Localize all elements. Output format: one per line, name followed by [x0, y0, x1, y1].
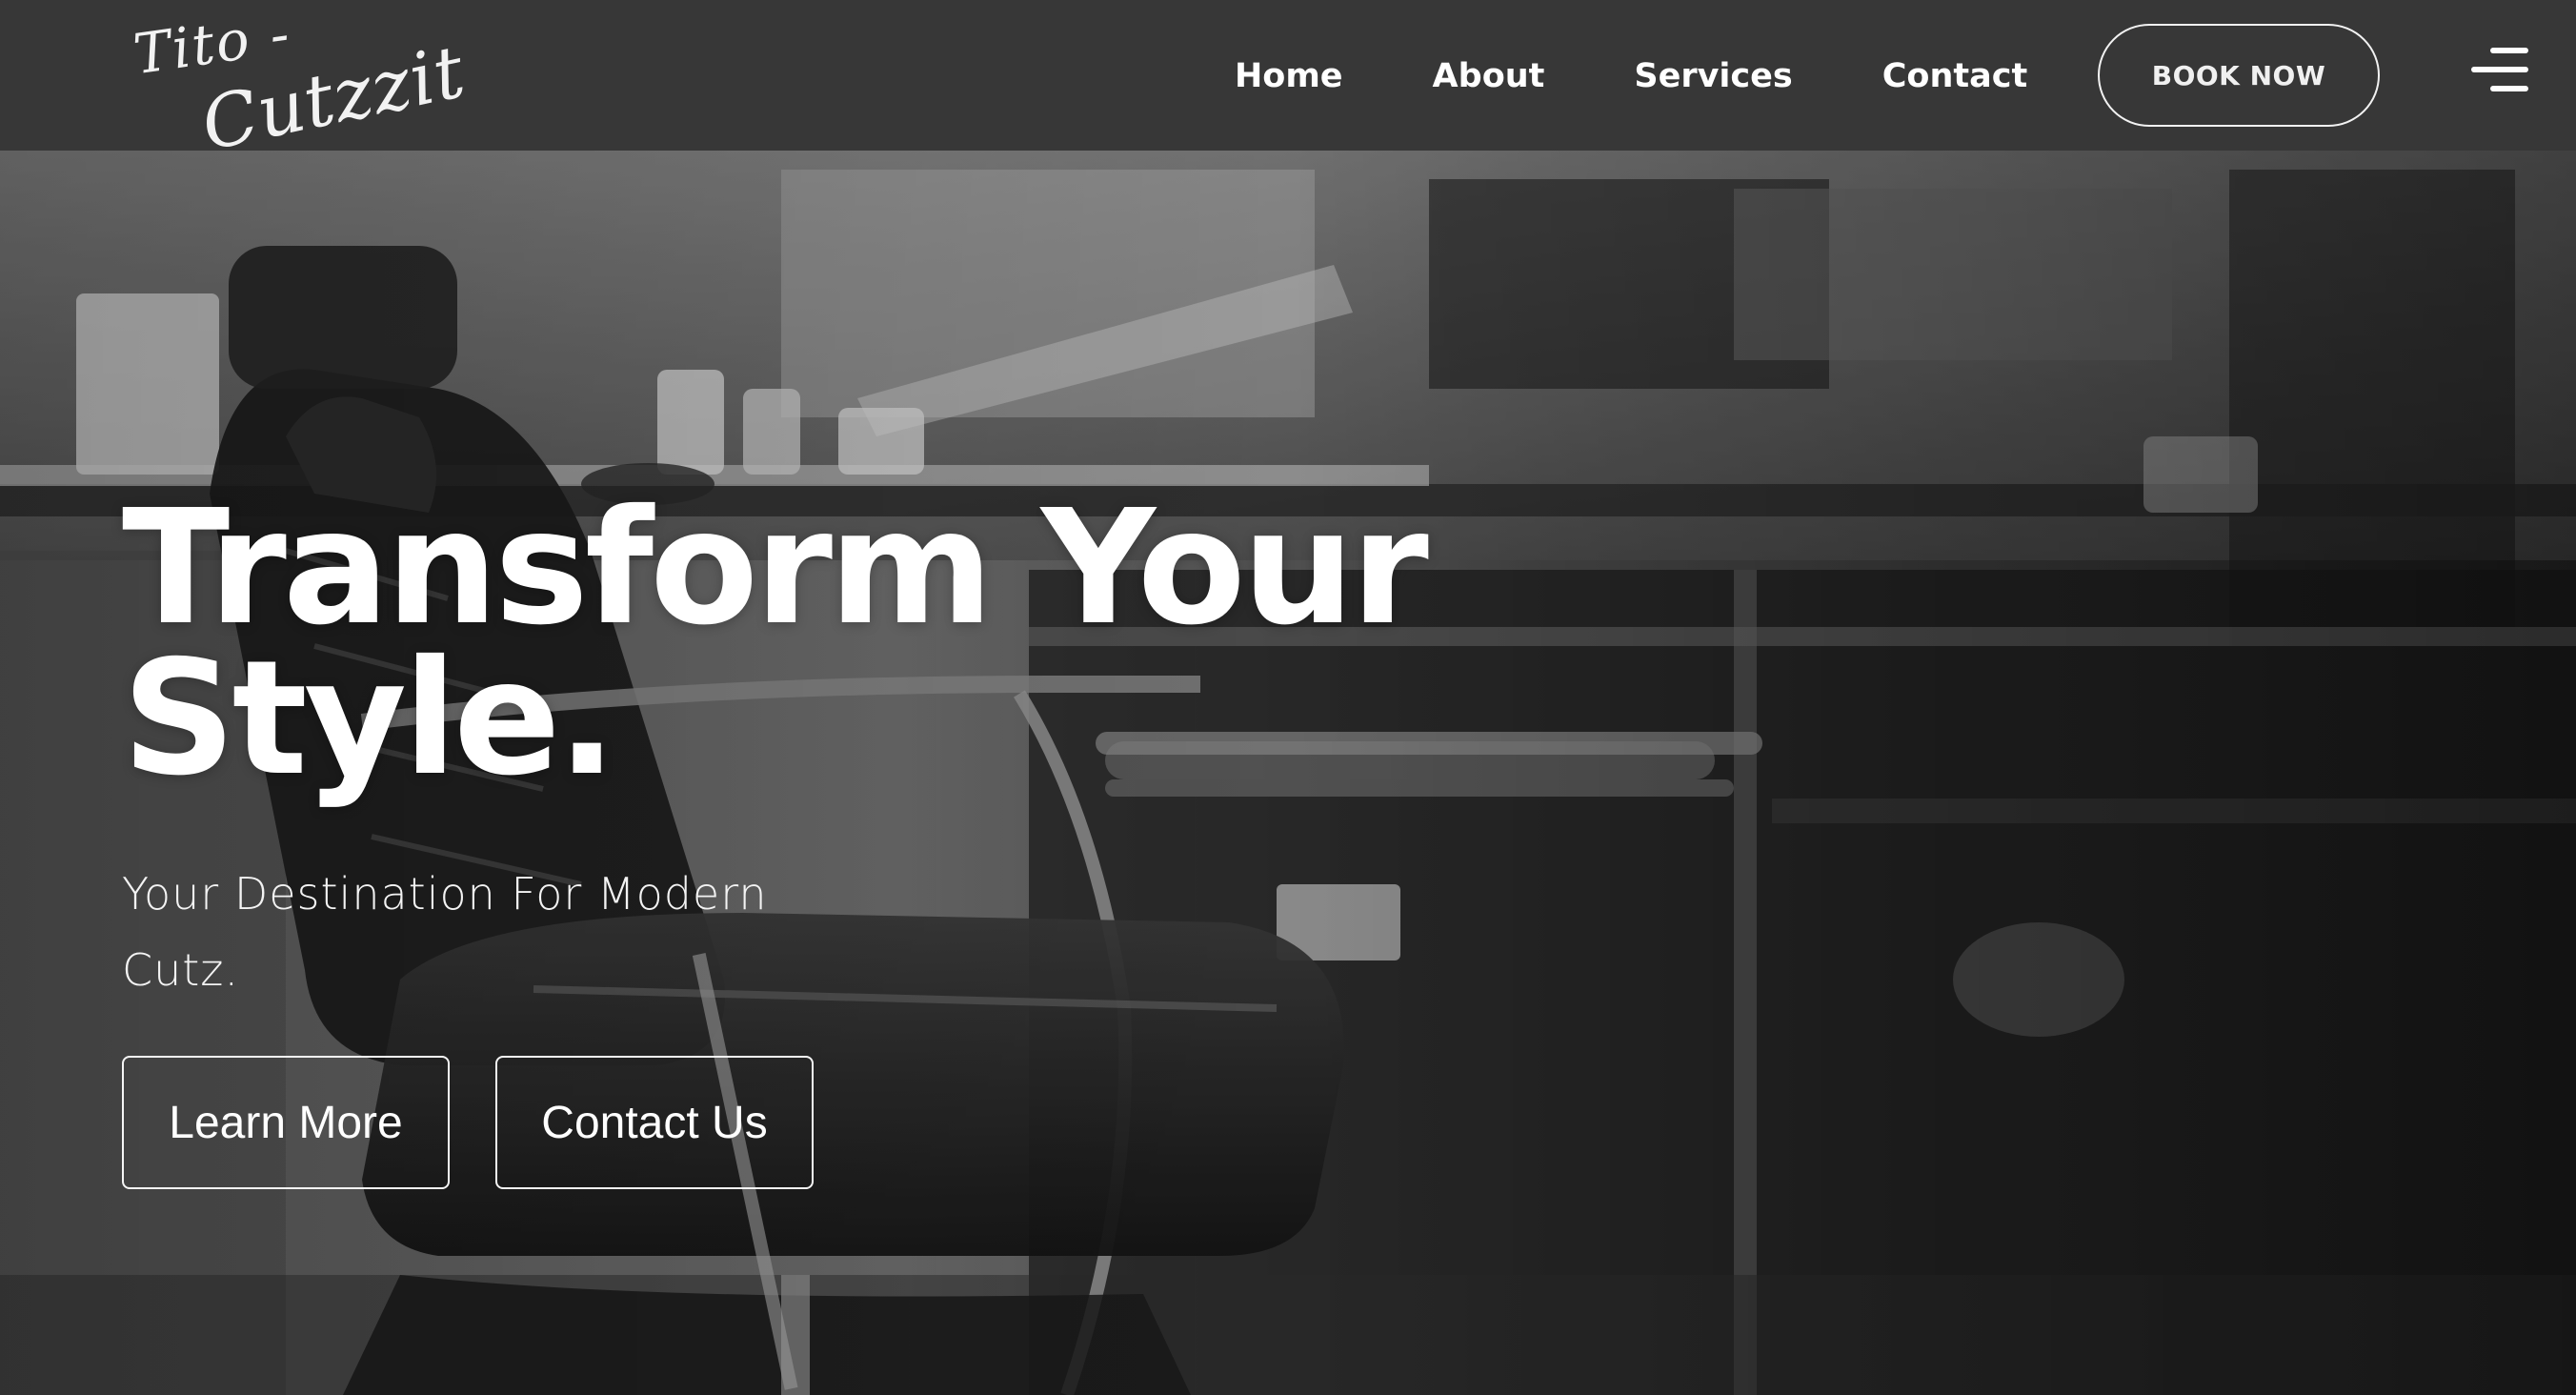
hero-title-line2: Style.	[122, 627, 617, 811]
hero-section: Transform Your Style. Your Destination F…	[0, 151, 2576, 1395]
nav-link-services[interactable]: Services	[1634, 50, 1792, 103]
page: Tito - Cutzzit Home About Services Conta…	[0, 0, 2576, 1395]
main-nav: Home About Services Contact	[1235, 50, 2027, 103]
hero-title: Transform Your Style.	[122, 490, 1456, 799]
navbar: Tito - Cutzzit Home About Services Conta…	[0, 0, 2576, 167]
learn-more-button[interactable]: Learn More	[122, 1056, 450, 1189]
hamburger-menu-icon[interactable]	[2471, 48, 2528, 95]
contact-us-button[interactable]: Contact Us	[495, 1056, 814, 1189]
book-now-button[interactable]: BOOK NOW	[2098, 24, 2380, 127]
nav-link-about[interactable]: About	[1433, 50, 1545, 103]
hero-subtitle-line2: Cutz.	[122, 944, 240, 996]
hero-subtitle: Your Destination For Modern Cutz.	[122, 856, 808, 1008]
hero-subtitle-line1: Your Destination For Modern	[122, 868, 768, 920]
nav-link-contact[interactable]: Contact	[1882, 50, 2027, 103]
nav-link-home[interactable]: Home	[1235, 50, 1343, 103]
logo[interactable]: Tito - Cutzzit	[126, 1, 473, 167]
